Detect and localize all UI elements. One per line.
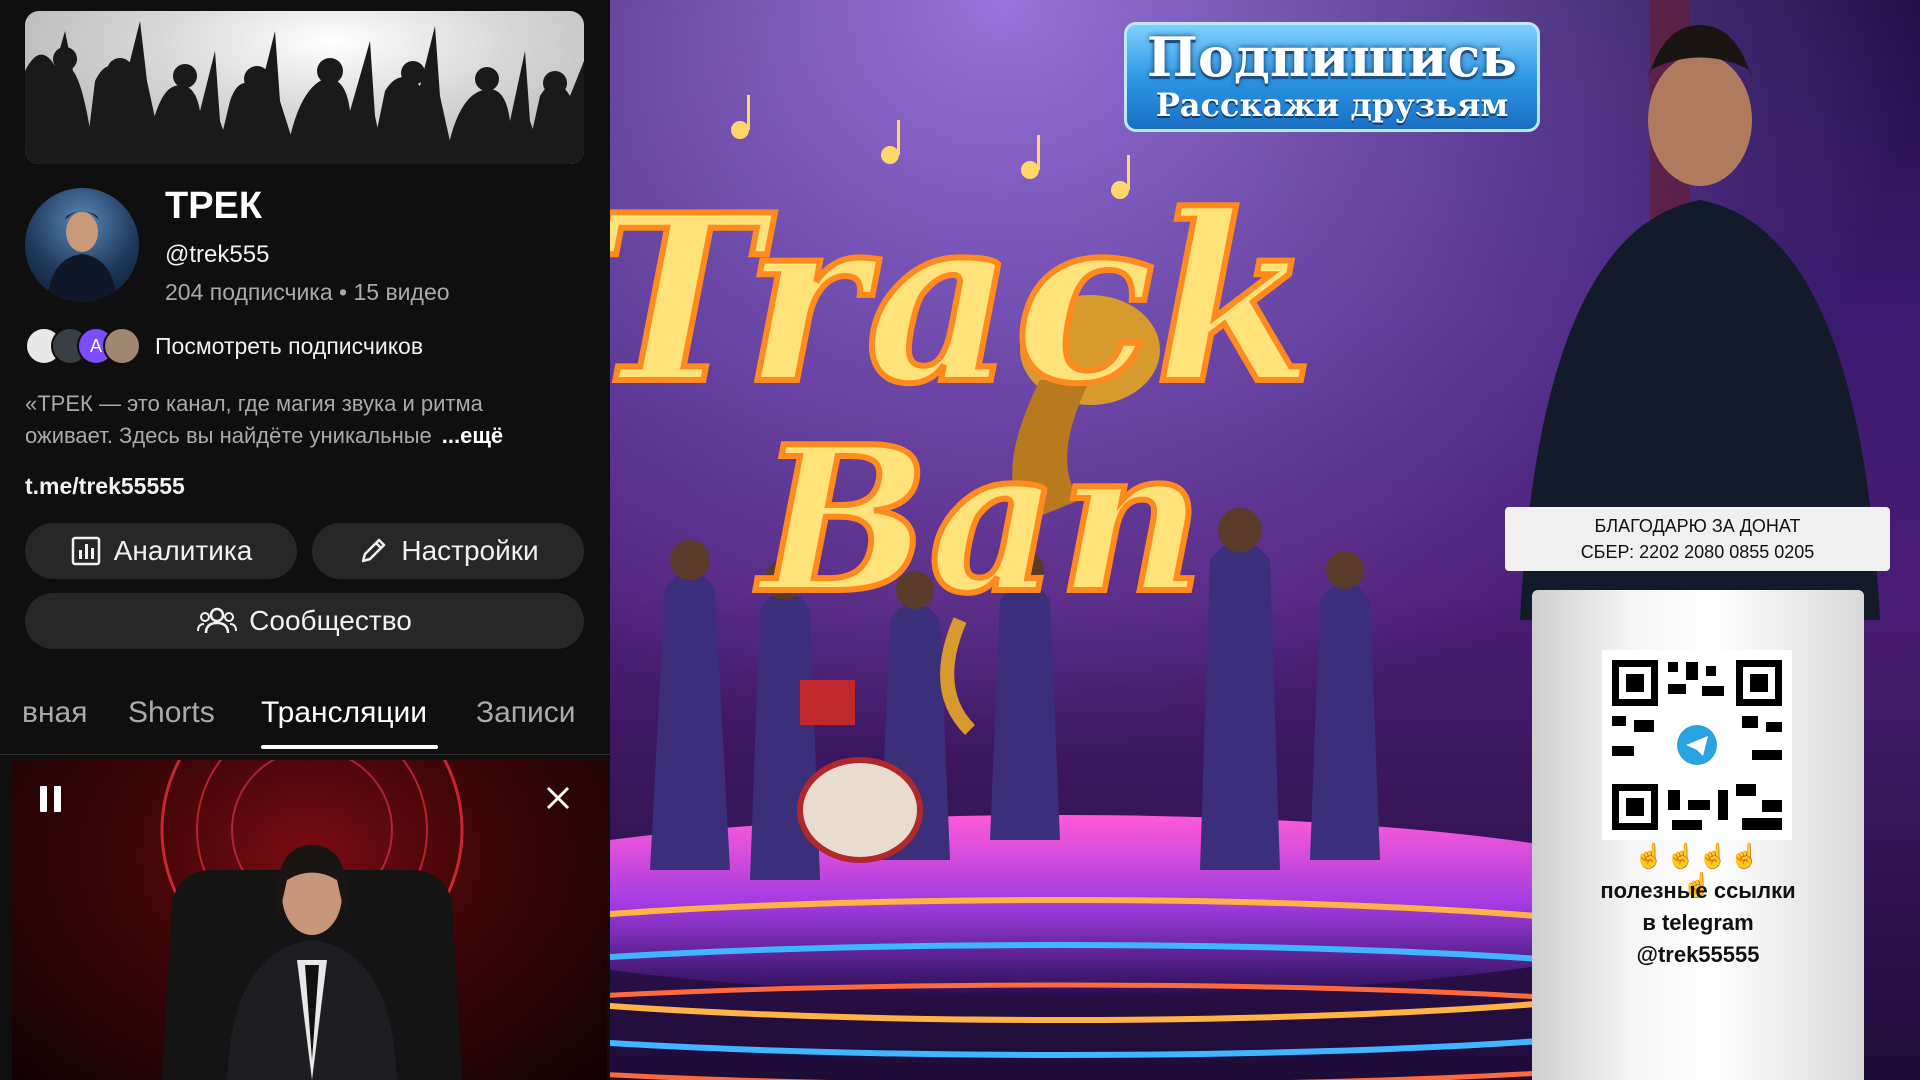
close-icon[interactable] xyxy=(543,783,573,813)
view-subscribers-link[interactable]: Посмотреть подписчиков xyxy=(155,333,423,360)
channel-link[interactable]: t.me/trek55555 xyxy=(25,473,185,500)
logo-text: Ban xyxy=(755,403,1204,638)
description-line: «ТРЕК — это канал, где магия звука и рит… xyxy=(25,391,483,416)
active-tab-indicator xyxy=(261,745,438,749)
telegram-qr-code xyxy=(1602,650,1792,840)
mini-player-thumbnail xyxy=(160,760,464,1080)
settings-button[interactable]: Настройки xyxy=(312,523,584,579)
podium-caption: полезные ссылки в telegram @trek55555 xyxy=(1560,875,1836,971)
tab-live[interactable]: Трансляции xyxy=(261,696,427,730)
channel-description[interactable]: «ТРЕК — это канал, где магия звука и рит… xyxy=(25,388,585,452)
bar-chart-icon xyxy=(71,536,100,566)
more-button[interactable]: ...ещё xyxy=(442,420,503,452)
crowd-silhouette-image xyxy=(25,21,584,164)
community-button[interactable]: Сообщество xyxy=(25,593,584,649)
donation-plate: БЛАГОДАРЮ ЗА ДОНАТ СБЕР: 2202 2080 0855 … xyxy=(1505,507,1890,571)
tab-home[interactable]: вная xyxy=(22,696,87,730)
subscribe-subtitle: Расскажи друзьям xyxy=(1155,86,1509,124)
subscribe-title: Подпишись xyxy=(1146,25,1518,89)
subscribe-banner: Подпишись Расскажи друзьям xyxy=(1124,22,1540,132)
pause-icon[interactable] xyxy=(38,784,64,814)
analytics-label: Аналитика xyxy=(113,535,253,566)
podium-line: @trek55555 xyxy=(1636,942,1760,967)
channel-banner xyxy=(25,11,584,164)
logo-text: Track xyxy=(610,165,1314,435)
podium-line: в telegram xyxy=(1642,910,1754,935)
podium-line: полезные ссылки xyxy=(1600,878,1796,903)
settings-label: Настройки xyxy=(401,535,539,566)
channel-stats: 204 подписчика • 15 видео xyxy=(165,279,450,305)
community-label: Сообщество xyxy=(249,605,412,636)
channel-name: ТРЕК xyxy=(165,185,263,227)
avatar-person-image xyxy=(47,211,117,302)
subscriber-avatar xyxy=(103,327,141,365)
donation-card-number: СБЕР: 2202 2080 0855 0205 xyxy=(1580,542,1815,562)
tab-playlists[interactable]: Записи xyxy=(476,696,576,730)
channel-avatar[interactable] xyxy=(25,188,139,302)
analytics-button[interactable]: Аналитика xyxy=(25,523,297,579)
pencil-icon xyxy=(362,538,386,563)
view-subscribers-row[interactable]: A Посмотреть подписчиков xyxy=(25,326,423,366)
people-icon xyxy=(197,607,238,634)
description-line: оживает. Здесь вы найдёте уникальные xyxy=(25,423,432,448)
channel-panel: ТРЕК @trek555 204 подписчика • 15 видео … xyxy=(0,0,610,1080)
donation-thanks: БЛАГОДАРЮ ЗА ДОНАТ xyxy=(1594,516,1801,536)
channel-handle: @trek555 xyxy=(165,241,270,268)
tab-shorts[interactable]: Shorts xyxy=(128,696,215,730)
mini-player[interactable] xyxy=(12,760,607,1080)
